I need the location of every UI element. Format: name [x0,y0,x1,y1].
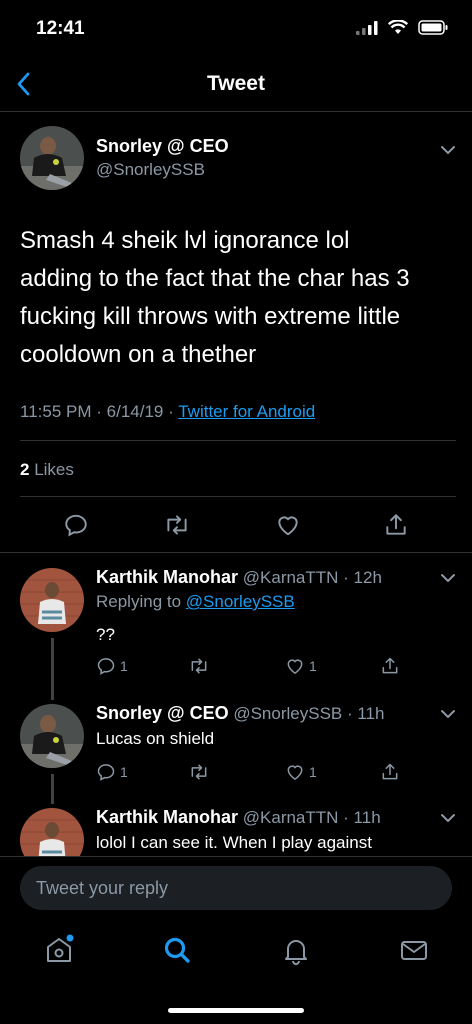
share-icon[interactable] [380,762,400,782]
notifications-icon[interactable] [279,933,313,967]
search-icon[interactable] [160,933,194,967]
reply-header: Karthik Manohar @KarnaTTN · 11h [96,807,381,828]
meta-separator: · [96,402,102,421]
reply-text: Lucas on shield [96,729,215,748]
reply-author-handle[interactable]: @KarnaTTN [243,808,339,827]
author-handle[interactable]: @SnorleySSB [96,160,205,180]
replying-to-link[interactable]: @SnorleySSB [186,592,295,611]
reply-button[interactable]: 1 [96,656,128,676]
like-icon [287,765,303,780]
divider [20,496,456,497]
retweet-icon[interactable] [163,512,191,538]
like-button[interactable]: 1 [285,656,317,676]
avatar-image [20,126,84,190]
like-count: 1 [309,658,317,674]
wifi-icon [388,20,408,34]
author-avatar[interactable] [20,126,84,190]
likes-label: Likes [34,460,74,479]
reply-button[interactable]: 1 [96,762,128,782]
battery-icon [418,20,448,35]
signal-icon [356,20,378,35]
reply-age: · 12h [343,568,382,587]
likes-count: 2 [20,460,30,479]
reply-composer-placeholder[interactable]: Tweet your reply [36,878,168,899]
tweet-text: Smash 4 sheik lvl ignorance lol adding t… [20,222,456,374]
reply-count: 1 [120,658,128,674]
reply-text: ?? [96,625,115,644]
avatar-image [20,704,84,768]
tweet-text-line: cooldown on a thether [20,341,257,368]
reply-author-name[interactable]: Karthik Manohar [96,567,238,587]
reply-icon [97,764,115,781]
home-indicator [168,1008,304,1013]
reply-age: · 11h [346,704,385,723]
reply-clip: Karthik Manohar @KarnaTTN · 11h lolol I … [0,800,472,856]
messages-icon[interactable] [397,933,431,967]
chevron-down-icon[interactable] [440,573,456,583]
reply-icon [97,658,115,675]
divider [0,856,472,857]
home-icon[interactable] [42,933,76,967]
tweet-date: 6/14/19 [106,402,164,421]
meta-separator: · [168,402,174,421]
tweet-meta: 11:55 PM · 6/14/19 · Twitter for Android [20,402,315,422]
reply-text: lolol I can see it. When I play against [96,833,372,852]
reply-author-name[interactable]: Snorley @ CEO [96,703,229,723]
avatar-image [20,808,84,856]
replying-to-label: Replying to [96,592,182,611]
author-name[interactable]: Snorley @ CEO [96,136,229,157]
like-count: 1 [309,764,317,780]
tweet-text-line: fucking kill throws with extreme little [20,303,401,330]
tweet-source-link[interactable]: Twitter for Android [178,402,315,421]
avatar-image [20,568,84,632]
tweet-text-line: adding to the fact that the char has 3 [20,265,410,292]
tweet-text-line: Smash 4 sheik lvl ignorance lol [20,227,350,254]
chevron-down-icon[interactable] [440,145,456,155]
tweet-time: 11:55 PM [20,402,92,421]
divider [0,552,472,553]
like-icon[interactable] [275,512,301,538]
reply-header: Snorley @ CEO @SnorleySSB · 11h [96,703,384,724]
divider [20,440,456,441]
reply-author-handle[interactable]: @SnorleySSB [233,704,342,723]
retweet-icon[interactable] [188,762,210,782]
thread-line [51,638,54,700]
reply-author-name[interactable]: Karthik Manohar [96,807,238,827]
chevron-down-icon[interactable] [440,813,456,823]
reply-avatar[interactable] [20,704,84,768]
like-icon [287,659,303,674]
page-title: Tweet [207,72,265,95]
reply-count: 1 [120,764,128,780]
share-icon[interactable] [383,512,409,538]
share-icon[interactable] [380,656,400,676]
like-button[interactable]: 1 [285,762,317,782]
chevron-down-icon[interactable] [440,709,456,719]
likes-summary[interactable]: 2 Likes [20,460,74,480]
reply-header: Karthik Manohar @KarnaTTN · 12h [96,567,382,588]
reply-avatar[interactable] [20,568,84,632]
reply-author-handle[interactable]: @KarnaTTN [243,568,339,587]
reply-icon[interactable] [63,512,89,538]
reply-avatar[interactable] [20,808,84,856]
replying-to: Replying to @SnorleySSB [96,592,295,612]
status-time: 12:41 [36,18,85,39]
status-icons [356,20,448,35]
reply-age: · 11h [343,808,381,827]
retweet-icon[interactable] [188,656,210,676]
